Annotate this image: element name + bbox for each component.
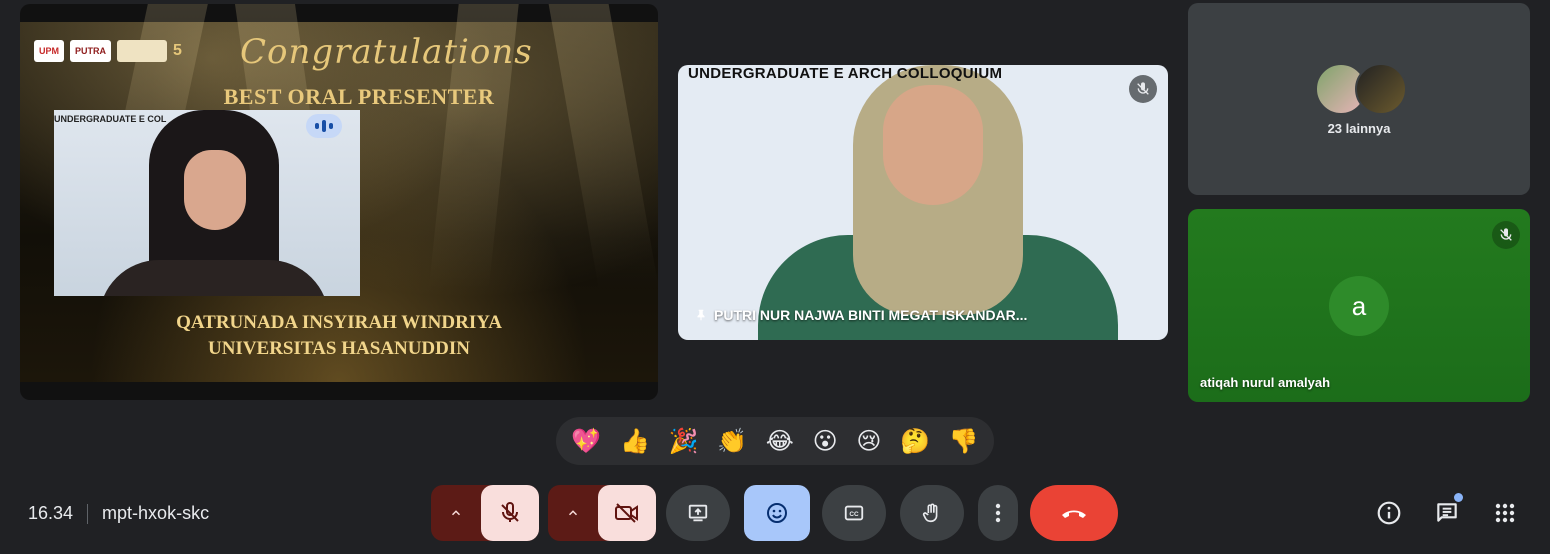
present-screen-button[interactable] bbox=[666, 485, 730, 541]
participant-tile-atiqah[interactable]: a atiqah nurul amalyah bbox=[1188, 209, 1530, 402]
participant-name-label: PUTRI NUR NAJWA BINTI MEGAT ISKANDAR... bbox=[694, 307, 1027, 325]
reaction-sad-icon[interactable]: 😢 bbox=[856, 429, 881, 453]
microphone-toggle-button[interactable] bbox=[481, 485, 539, 541]
leave-call-button[interactable] bbox=[1030, 485, 1118, 541]
avatar-stack bbox=[1315, 63, 1407, 115]
logo-row: UPM PUTRA 5 bbox=[34, 40, 182, 62]
svg-text:CC: CC bbox=[849, 511, 859, 518]
reaction-thumbs-up-icon[interactable]: 👍 bbox=[620, 429, 650, 453]
mic-muted-icon bbox=[1129, 75, 1157, 103]
upm-logo: UPM bbox=[34, 40, 64, 62]
video-options-chevron-icon[interactable] bbox=[548, 485, 598, 541]
microphone-control-group bbox=[431, 485, 539, 541]
mic-muted-icon bbox=[1492, 221, 1520, 249]
divider bbox=[87, 503, 89, 524]
participant-name: atiqah nurul amalyah bbox=[1200, 375, 1331, 390]
more-options-button[interactable] bbox=[978, 485, 1018, 541]
anniversary-logo: 5 bbox=[173, 42, 182, 59]
apps-grid-icon bbox=[1495, 503, 1515, 523]
winner-name: QATRUNADA INSYIRAH WINDRIYA bbox=[176, 312, 502, 333]
meeting-code: mpt-hxok-skc bbox=[102, 503, 210, 523]
reaction-surprised-icon[interactable]: 😮 bbox=[813, 429, 838, 453]
chat-icon bbox=[1437, 503, 1457, 522]
present-icon bbox=[688, 504, 708, 522]
reaction-thinking-icon[interactable]: 🤔 bbox=[900, 429, 930, 453]
hand-icon bbox=[922, 503, 938, 523]
participant-video bbox=[99, 110, 329, 296]
reaction-party-icon[interactable]: 🎉 bbox=[669, 429, 699, 453]
presentation-slide: UPM PUTRA 5 Congratulations BEST ORAL PR… bbox=[20, 4, 658, 382]
other-participants-tile[interactable]: 23 lainnya bbox=[1188, 3, 1530, 195]
putra-logo: PUTRA bbox=[70, 40, 111, 62]
event-logo bbox=[117, 40, 167, 62]
activities-button[interactable] bbox=[1489, 497, 1521, 529]
smile-icon bbox=[767, 503, 787, 523]
reactions-button[interactable] bbox=[744, 485, 810, 541]
audio-options-chevron-icon[interactable] bbox=[431, 485, 481, 541]
award-title: BEST ORAL PRESENTER bbox=[223, 84, 495, 109]
others-count-label: 23 lainnya bbox=[1327, 121, 1391, 136]
avatar bbox=[1355, 63, 1407, 115]
meeting-details-button[interactable] bbox=[1373, 497, 1405, 529]
camera-toggle-button[interactable] bbox=[598, 485, 656, 541]
speaking-indicator-icon bbox=[306, 114, 342, 138]
congratulations-heading: Congratulations bbox=[240, 32, 533, 72]
meeting-info: 16.34 mpt-hxok-skc bbox=[28, 503, 209, 524]
participant-tile-putri[interactable]: UNDERGRADUATE E ARCH COLLOQUIUM PUTRI NU… bbox=[678, 65, 1168, 340]
participant-video bbox=[758, 65, 1118, 340]
winner-university: UNIVERSITAS HASANUDDIN bbox=[207, 338, 470, 359]
inner-video-frame: UNDERGRADUATE E COL bbox=[54, 110, 360, 296]
reaction-heart-icon[interactable]: 💖 bbox=[571, 429, 601, 453]
hang-up-icon bbox=[1062, 510, 1086, 518]
captions-button[interactable]: CC bbox=[822, 485, 886, 541]
reaction-thumbs-down-icon[interactable]: 👎 bbox=[949, 429, 979, 453]
presentation-tile[interactable]: UPM PUTRA 5 Congratulations BEST ORAL PR… bbox=[20, 4, 658, 400]
pin-icon bbox=[694, 308, 708, 325]
more-vert-icon bbox=[995, 503, 1001, 523]
captions-icon: CC bbox=[844, 505, 864, 521]
raise-hand-button[interactable] bbox=[900, 485, 964, 541]
chat-button[interactable] bbox=[1431, 493, 1463, 529]
reaction-clap-icon[interactable]: 👏 bbox=[717, 429, 747, 453]
new-message-dot bbox=[1454, 493, 1463, 502]
camera-control-group bbox=[548, 485, 656, 541]
participant-name: PUTRI NUR NAJWA BINTI MEGAT ISKANDAR... bbox=[714, 307, 1028, 323]
colloquium-banner: UNDERGRADUATE E ARCH COLLOQUIUM bbox=[688, 65, 1003, 82]
info-icon bbox=[1377, 501, 1401, 525]
avatar-initial: a bbox=[1329, 276, 1389, 336]
meeting-time: 16.34 bbox=[28, 503, 74, 523]
mic-off-icon bbox=[501, 502, 519, 522]
reaction-laugh-icon[interactable]: 😂 bbox=[766, 429, 794, 453]
camera-off-icon bbox=[615, 503, 638, 523]
reactions-bar: 💖 👍 🎉 👏 😂 😮 😢 🤔 👎 bbox=[556, 417, 994, 465]
